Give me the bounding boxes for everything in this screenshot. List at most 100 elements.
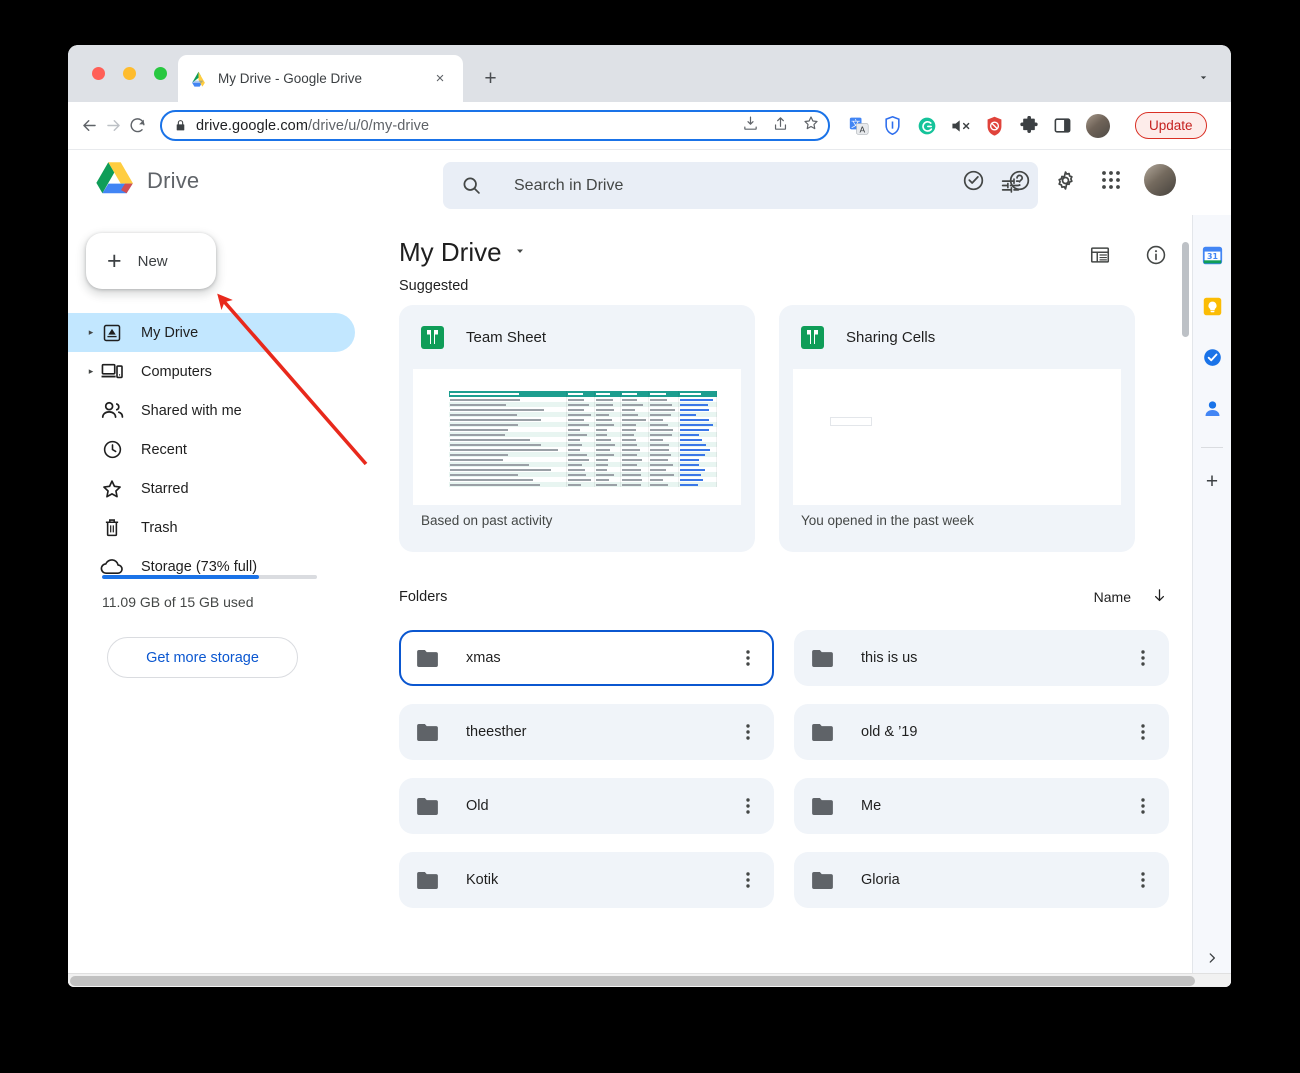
extensions-puzzle-icon[interactable] <box>1018 115 1039 136</box>
chrome-menu-icon[interactable] <box>1222 112 1231 139</box>
folder-tile[interactable]: xmas <box>399 630 774 686</box>
star-icon[interactable] <box>802 114 820 137</box>
folder-name: Gloria <box>861 872 1131 888</box>
side-panel-icon[interactable] <box>1052 115 1073 136</box>
settings-gear-icon[interactable] <box>1052 167 1078 193</box>
people-icon <box>100 399 124 423</box>
back-arrow-icon[interactable] <box>80 110 99 142</box>
star-outline-icon <box>100 477 124 501</box>
expand-caret-icon[interactable]: ▸ <box>82 327 100 338</box>
folder-tile[interactable]: Gloria <box>794 852 1169 908</box>
add-app-button[interactable]: + <box>1206 470 1218 494</box>
folder-tile[interactable]: Kotik <box>399 852 774 908</box>
folder-more-options-icon[interactable] <box>736 720 760 744</box>
google-keep-icon[interactable] <box>1202 296 1223 317</box>
drive-sidebar: Drive + New ▸ My Drive ▸ Computers Share… <box>68 150 375 986</box>
new-button[interactable]: + New <box>86 233 216 289</box>
page-title-text: My Drive <box>399 237 502 268</box>
sidebar-item-computers[interactable]: ▸ Computers <box>68 352 355 391</box>
window-horizontal-scrollbar[interactable] <box>68 973 1231 987</box>
content-scrollbar[interactable] <box>1182 242 1189 337</box>
chevron-right-icon[interactable] <box>1205 951 1219 970</box>
folder-tile[interactable]: old & ’19 <box>794 704 1169 760</box>
adblock-icon[interactable] <box>984 115 1005 136</box>
side-apps-panel: 31 + <box>1192 215 1231 986</box>
maximize-window-button[interactable] <box>154 67 167 80</box>
new-tab-button[interactable]: + <box>476 64 505 93</box>
search-placeholder: Search in Drive <box>514 177 998 195</box>
sidebar-item-my-drive[interactable]: ▸ My Drive <box>68 313 355 352</box>
folder-name: Me <box>861 798 1131 814</box>
window-controls[interactable] <box>92 67 167 80</box>
computers-icon <box>100 360 124 384</box>
folder-tile[interactable]: theesther <box>399 704 774 760</box>
extension-icons: 文A Update <box>848 112 1231 139</box>
folders-label: Folders <box>399 589 447 605</box>
grammarly-icon[interactable] <box>916 115 937 136</box>
support-check-icon[interactable] <box>960 167 986 193</box>
suggested-card-header: Team Sheet <box>399 305 755 369</box>
suggested-card[interactable]: Sharing Cells You opened in the past wee… <box>779 305 1135 552</box>
new-button-label: New <box>138 253 168 270</box>
chevron-down-icon[interactable] <box>1189 63 1217 91</box>
sidebar-item-trash[interactable]: Trash <box>68 508 355 547</box>
sidebar-item-label: Trash <box>141 520 178 536</box>
expand-caret-icon[interactable]: ▸ <box>82 366 100 377</box>
google-calendar-icon[interactable]: 31 <box>1202 245 1223 266</box>
folder-more-options-icon[interactable] <box>1131 868 1155 892</box>
list-view-icon[interactable] <box>1088 243 1112 267</box>
empty-cell-outline <box>830 417 872 426</box>
profile-avatar[interactable] <box>1086 114 1110 138</box>
page-title[interactable]: My Drive <box>399 237 526 268</box>
sidebar-item-starred[interactable]: Starred <box>68 469 355 508</box>
address-bar[interactable]: drive.google.com/drive/u/0/my-drive <box>160 110 830 141</box>
close-tab-button[interactable]: × <box>429 68 451 90</box>
browser-tab[interactable]: My Drive - Google Drive × <box>178 55 463 102</box>
drive-page: Drive + New ▸ My Drive ▸ Computers Share… <box>68 150 1231 986</box>
folder-more-options-icon[interactable] <box>736 868 760 892</box>
suggested-card[interactable]: Team Sheet Based on past activity <box>399 305 755 552</box>
folder-tile[interactable]: Me <box>794 778 1169 834</box>
folder-icon <box>417 872 438 889</box>
download-icon[interactable] <box>742 115 759 137</box>
help-icon[interactable] <box>1006 167 1032 193</box>
google-contacts-icon[interactable] <box>1202 398 1223 419</box>
google-apps-grid-icon[interactable] <box>1098 167 1124 193</box>
folder-name: xmas <box>466 650 736 666</box>
folder-more-options-icon[interactable] <box>1131 646 1155 670</box>
vpn-shield-icon[interactable] <box>882 115 903 136</box>
tab-title: My Drive - Google Drive <box>218 71 429 86</box>
details-info-icon[interactable] <box>1144 243 1168 267</box>
folder-more-options-icon[interactable] <box>1131 794 1155 818</box>
forward-arrow-icon[interactable] <box>104 110 123 142</box>
mini-spreadsheet <box>449 391 717 487</box>
google-translate-icon[interactable]: 文A <box>848 115 869 136</box>
get-more-storage-button[interactable]: Get more storage <box>107 637 298 678</box>
folder-tile[interactable]: this is us <box>794 630 1169 686</box>
sidebar-item-storage[interactable]: Storage (73% full) <box>68 547 355 586</box>
drive-brand[interactable]: Drive <box>95 161 199 201</box>
mute-tab-icon[interactable] <box>950 115 971 136</box>
sidebar-item-label: Recent <box>141 442 187 458</box>
update-button[interactable]: Update <box>1135 112 1207 139</box>
sidebar-item-recent[interactable]: Recent <box>68 430 355 469</box>
sort-control[interactable]: Name <box>1094 587 1168 607</box>
chevron-down-icon[interactable] <box>514 245 526 260</box>
share-icon[interactable] <box>772 115 789 137</box>
storage-usage-text: 11.09 GB of 15 GB used <box>102 594 254 610</box>
close-window-button[interactable] <box>92 67 105 80</box>
arrow-down-icon[interactable] <box>1151 587 1168 607</box>
folder-more-options-icon[interactable] <box>736 794 760 818</box>
minimize-window-button[interactable] <box>123 67 136 80</box>
sidebar-item-shared-with-me[interactable]: Shared with me <box>68 391 355 430</box>
omnibox-icons <box>742 114 820 137</box>
folder-icon <box>417 650 438 667</box>
folder-more-options-icon[interactable] <box>736 646 760 670</box>
google-drive-logo <box>95 161 134 201</box>
folder-tile[interactable]: Old <box>399 778 774 834</box>
search-input[interactable]: Search in Drive <box>443 162 1038 209</box>
google-tasks-icon[interactable] <box>1202 347 1223 368</box>
reload-icon[interactable] <box>128 110 147 142</box>
folder-more-options-icon[interactable] <box>1131 720 1155 744</box>
account-avatar[interactable] <box>1144 164 1176 196</box>
